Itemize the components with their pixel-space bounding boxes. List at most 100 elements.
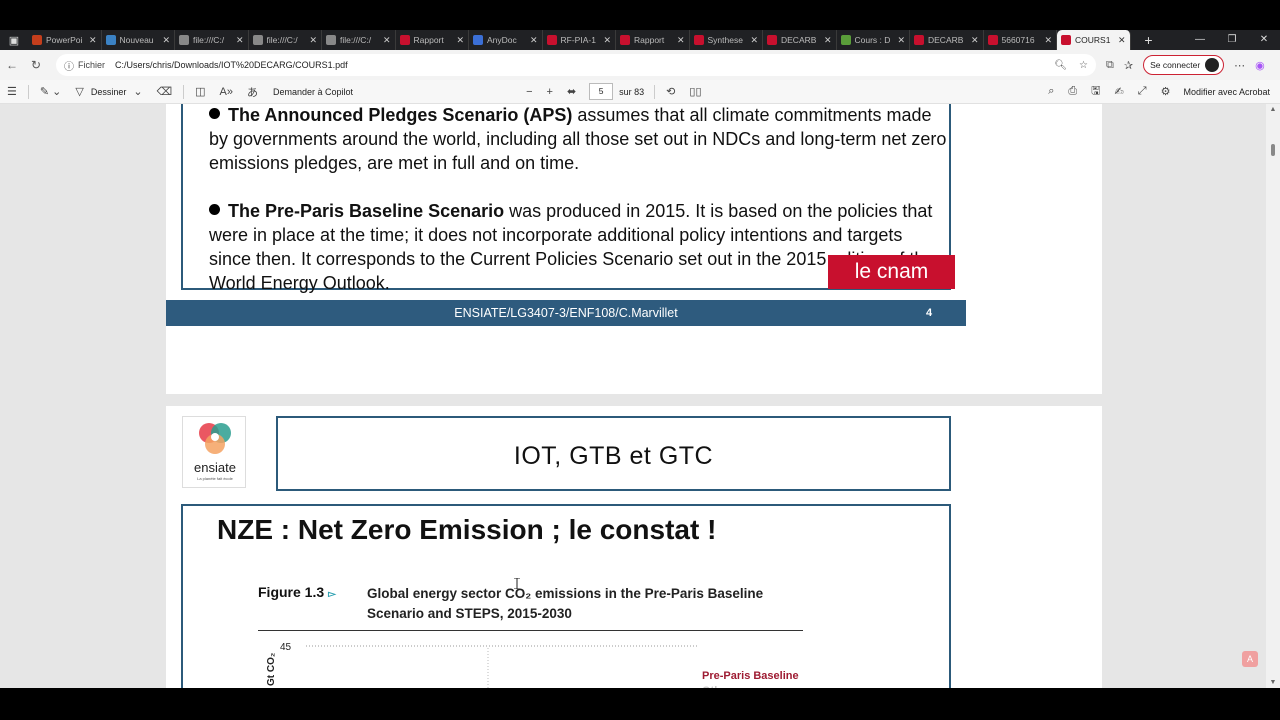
scroll-up-icon[interactable]: ▲ xyxy=(1266,106,1280,113)
read-aloud-icon[interactable]: A» xyxy=(213,86,240,98)
tab-close-icon[interactable]: ✕ xyxy=(603,35,611,46)
text-cursor-icon xyxy=(514,576,520,590)
close-window-icon[interactable]: ✕ xyxy=(1248,30,1280,50)
tab-actions-icon[interactable]: ▣ xyxy=(0,30,28,50)
ensiate-logo: ensiate La planète fait école xyxy=(182,416,246,488)
browser-tab[interactable]: Rapport ✕ xyxy=(396,30,469,50)
draw-dropdown-icon[interactable]: ⌄ xyxy=(126,85,149,98)
browser-tab[interactable]: file:///C:/ ✕ xyxy=(322,30,396,50)
pdf-toolbar: ☰ ✎ ⌄ ▽ Dessiner ⌄ ⌫ ◫ A» あ Demander à C… xyxy=(0,80,1280,104)
scroll-down-icon[interactable]: ▼ xyxy=(1266,679,1280,686)
fit-page-icon[interactable]: ⬌ xyxy=(560,85,583,98)
copilot-icon[interactable]: ◉ xyxy=(1255,59,1265,72)
pdf-page-4: The Announced Pledges Scenario (APS) ass… xyxy=(166,104,1102,394)
browser-tab[interactable]: 5660716 ✕ xyxy=(984,30,1057,50)
tab-close-icon[interactable]: ✕ xyxy=(1118,35,1126,46)
refresh-icon[interactable]: ↻ xyxy=(24,58,48,72)
browser-tab[interactable]: PowerPoi ✕ xyxy=(28,30,102,50)
highlight-icon[interactable]: ✎ ⌄ xyxy=(33,85,69,98)
back-icon[interactable]: ← xyxy=(0,58,24,72)
browser-tab[interactable]: Nouveau ✕ xyxy=(102,30,175,50)
tab-favicon-icon xyxy=(179,35,189,45)
tab-close-icon[interactable]: ✕ xyxy=(897,35,905,46)
url-field[interactable]: ⓘ Fichier C:/Users/chris/Downloads/IOT%2… xyxy=(56,54,1096,76)
eraser-icon[interactable]: ⌫ xyxy=(150,85,180,98)
tab-close-icon[interactable]: ✕ xyxy=(824,35,832,46)
page-view-icon[interactable]: ◫ xyxy=(188,85,212,98)
tab-close-icon[interactable]: ✕ xyxy=(1044,35,1052,46)
tab-favicon-icon xyxy=(105,35,116,45)
tab-favicon-icon xyxy=(32,35,42,45)
tab-close-icon[interactable]: ✕ xyxy=(89,35,97,46)
info-icon[interactable]: ⓘ xyxy=(64,58,74,73)
copilot-button[interactable]: Demander à Copilot xyxy=(273,87,353,97)
pdf-viewer[interactable]: The Announced Pledges Scenario (APS) ass… xyxy=(0,104,1280,688)
tab-favicon-icon xyxy=(987,35,998,45)
signin-button[interactable]: Se connecter xyxy=(1143,55,1225,75)
favorites-icon[interactable]: ✰ xyxy=(1124,59,1133,72)
browser-tab[interactable]: Cours : D ✕ xyxy=(837,30,910,50)
tab-favicon-icon xyxy=(326,35,336,45)
tab-close-icon[interactable]: ✕ xyxy=(383,35,391,46)
zoom-out-icon[interactable]: − xyxy=(519,86,539,98)
tab-close-icon[interactable]: ✕ xyxy=(162,35,170,46)
figure-label-text: Figure 1.3 xyxy=(258,584,325,600)
scrollbar-thumb[interactable] xyxy=(1271,144,1275,156)
draw-button[interactable]: Dessiner xyxy=(91,87,127,97)
aps-title: The Announced Pledges Scenario (APS) xyxy=(228,105,573,125)
maximize-icon[interactable]: ❐ xyxy=(1216,30,1248,50)
y-tick-label: 45 xyxy=(280,642,292,653)
page-number-input[interactable]: 5 xyxy=(589,83,614,100)
contents-icon[interactable]: ☰ xyxy=(0,85,24,98)
browser-tab[interactable]: AnyDoc ✕ xyxy=(469,30,543,50)
favorite-star-icon[interactable]: ☆ xyxy=(1079,60,1088,71)
acrobat-icon[interactable]: A xyxy=(1242,651,1258,667)
browser-tab[interactable]: DECARB ✕ xyxy=(763,30,837,50)
tab-close-icon[interactable]: ✕ xyxy=(750,35,758,46)
vertical-scrollbar[interactable]: ▲ ▼ xyxy=(1266,104,1280,688)
tab-close-icon[interactable]: ✕ xyxy=(309,35,317,46)
tab-close-icon[interactable]: ✕ xyxy=(236,35,244,46)
tab-close-icon[interactable]: ✕ xyxy=(456,35,464,46)
browser-tab[interactable]: RF-PIA-1 ✕ xyxy=(543,30,616,50)
more-options-icon[interactable]: ⋯ xyxy=(1234,59,1245,72)
url-text[interactable]: C:/Users/chris/Downloads/IOT%20DECARG/CO… xyxy=(115,60,1042,70)
print-icon[interactable]: ⎙ xyxy=(1061,85,1084,98)
browser-tab[interactable]: Synthese ✕ xyxy=(690,30,763,50)
divider xyxy=(27,84,29,99)
browser-tab[interactable]: COURS1 ✕ xyxy=(1057,30,1131,50)
slide-title-box: IOT, GTB et GTC xyxy=(276,416,951,491)
rotate-icon[interactable]: ⟲ xyxy=(659,85,682,98)
browser-tab[interactable]: DECARB ✕ xyxy=(910,30,984,50)
save-icon[interactable]: 🖫︎ xyxy=(1084,82,1107,101)
settings-icon[interactable]: ⚙︎ xyxy=(1154,85,1178,98)
translate-icon[interactable]: あ xyxy=(240,84,265,100)
draw-icon[interactable]: ▽ xyxy=(68,85,90,98)
bullet-dot-icon xyxy=(209,204,220,215)
new-tab-button[interactable]: + xyxy=(1137,32,1161,48)
tab-close-icon[interactable]: ✕ xyxy=(530,35,538,46)
figure-title: Global energy sector CO₂ emissions in th… xyxy=(367,586,764,621)
zoom-in-icon[interactable]: + xyxy=(540,86,560,98)
series-label-pre-paris: Pre-Paris Baseline xyxy=(702,670,799,682)
bullet-dot-icon xyxy=(209,108,220,119)
tab-close-icon[interactable]: ✕ xyxy=(677,35,685,46)
tab-favicon-icon xyxy=(252,35,263,45)
bullet-aps: The Announced Pledges Scenario (APS) ass… xyxy=(209,104,949,175)
browser-tab[interactable]: file:///C:/ ✕ xyxy=(175,30,249,50)
browser-tab[interactable]: file:///C:/ ✕ xyxy=(249,30,322,50)
zoom-icon[interactable]: 🔍︎ xyxy=(1054,60,1067,71)
search-icon[interactable]: ⌕ xyxy=(1041,85,1061,98)
footer-page-number: 4 xyxy=(926,307,933,319)
slide-content-box: The Announced Pledges Scenario (APS) ass… xyxy=(181,104,955,293)
tab-close-icon[interactable]: ✕ xyxy=(971,35,979,46)
browser-tab[interactable]: Rapport ✕ xyxy=(616,30,690,50)
tab-favicon-icon xyxy=(546,35,557,45)
save-as-icon[interactable]: ✍︎ xyxy=(1108,85,1131,98)
edit-acrobat-button[interactable]: Modifier avec Acrobat xyxy=(1183,87,1270,97)
tab-label: Nouveau xyxy=(119,35,154,45)
extensions-icon[interactable]: ⧉ xyxy=(1106,59,1114,72)
minimize-icon[interactable]: — xyxy=(1184,30,1216,50)
fullscreen-icon[interactable]: ⤢ xyxy=(1131,85,1154,98)
two-page-icon[interactable]: ▯▯ xyxy=(682,85,708,98)
